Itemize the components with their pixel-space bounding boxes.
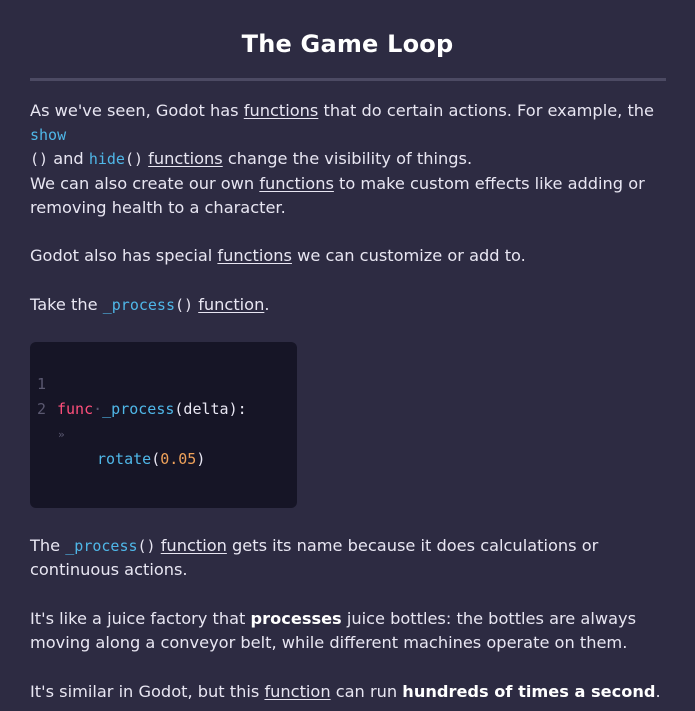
paragraph-process-name: The _process() function gets its name be…: [30, 534, 620, 582]
page-title: The Game Loop: [241, 30, 454, 58]
code-line-2: 2 » rotate(0.05): [30, 372, 205, 497]
text: that do certain actions. For example, th…: [318, 101, 655, 120]
paragraph-take-process: Take the _process() function.: [30, 293, 670, 317]
text: It's like a juice factory that: [30, 609, 251, 628]
call-rotate: rotate: [97, 450, 152, 468]
text: It's similar in Godot, but this: [30, 682, 265, 701]
paren-close: ): [196, 450, 206, 468]
text: Take the: [30, 295, 103, 314]
paragraph-custom-functions: We can also create our own functions to …: [30, 172, 650, 220]
function-params: (delta):: [174, 400, 247, 418]
text: As we've seen, Godot has: [30, 101, 244, 120]
number-literal: 0.05: [160, 450, 197, 468]
text: and: [48, 149, 89, 168]
code-show-parens: (): [30, 150, 49, 168]
glossary-link-functions[interactable]: functions: [148, 149, 223, 168]
whitespace-dot: ·: [93, 400, 103, 418]
glossary-link-function[interactable]: function: [161, 536, 227, 555]
paragraph-special-functions: Godot also has special functions we can …: [30, 244, 670, 268]
text: .: [264, 295, 270, 314]
code-process-parens: (): [137, 537, 156, 555]
text: Godot also has special: [30, 246, 218, 265]
function-name: _process: [102, 400, 175, 418]
text: can run: [330, 682, 403, 701]
code-hide-parens: (): [124, 150, 143, 168]
lesson-page: The Game Loop As we've seen, Godot has f…: [0, 0, 695, 711]
line-number: 2: [37, 400, 47, 418]
code-process: _process: [102, 296, 175, 314]
paragraph-juice-factory: It's like a juice factory that processes…: [30, 607, 670, 655]
glossary-link-functions[interactable]: functions: [217, 246, 292, 265]
text: .: [655, 682, 661, 701]
bold-hundreds: hundreds of times a second: [402, 682, 656, 701]
code-hide: hide: [88, 150, 125, 168]
glossary-link-functions[interactable]: functions: [259, 174, 334, 193]
glossary-link-function[interactable]: function: [264, 682, 330, 701]
text: We can also create our own: [30, 174, 260, 193]
title-divider: [30, 78, 666, 81]
paragraph-intro: As we've seen, Godot has functions that …: [30, 99, 670, 171]
text: change the visibility of things.: [222, 149, 473, 168]
glossary-link-functions[interactable]: functions: [244, 101, 319, 120]
tab-indent-icon: »: [58, 428, 65, 441]
code-process: _process: [65, 537, 138, 555]
code-process-parens: (): [175, 296, 194, 314]
text: The: [30, 536, 66, 555]
code-block: 1 func·_process(delta): 2 » rotate(0.05): [30, 342, 297, 508]
code-show: show: [30, 126, 67, 144]
paren-open: (: [151, 450, 161, 468]
paragraph-hundreds-per-second: It's similar in Godot, but this function…: [30, 680, 670, 704]
text: we can customize or add to.: [291, 246, 526, 265]
glossary-link-function[interactable]: function: [198, 295, 264, 314]
bold-processes: processes: [250, 609, 342, 628]
